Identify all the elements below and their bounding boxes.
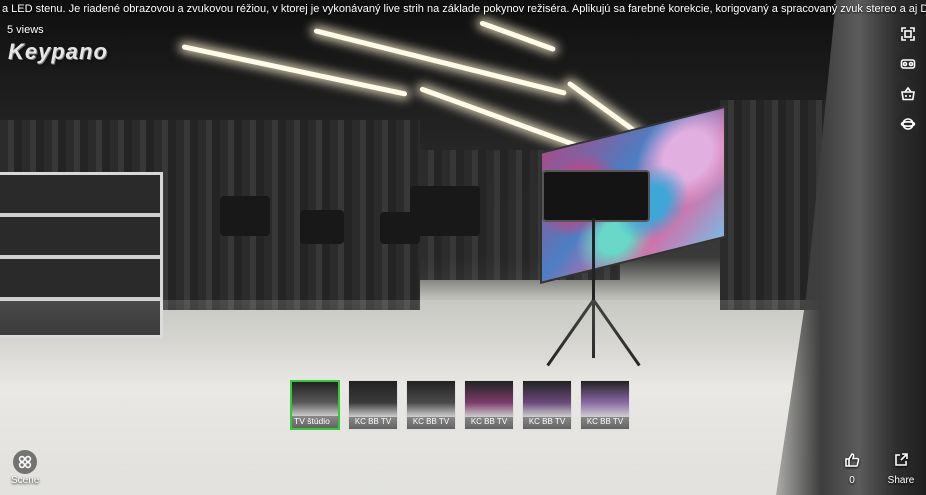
scene-menu-button[interactable]: Scene	[11, 450, 39, 486]
basket-icon	[901, 86, 915, 101]
scene-thumbnail[interactable]: KC BB TV	[580, 380, 630, 430]
share-button[interactable]: Share	[886, 452, 916, 486]
scene-button-label: Scene	[11, 475, 40, 486]
scene-thumbnail-label: KC BB TV	[407, 417, 455, 429]
fullscreen-icon	[901, 27, 915, 41]
scene-thumbnail-strip: TV štúdio KC BB TV KC BB TV KC BB TV KC BB T…	[290, 380, 630, 430]
studio-camera	[220, 196, 270, 236]
studio-camera	[300, 210, 344, 244]
scene-button-circle	[13, 450, 37, 474]
scene-thumbnail-label: KC BB TV	[349, 417, 397, 429]
right-toolbar	[896, 22, 920, 136]
scene-thumbnail[interactable]: KC BB TV	[464, 380, 514, 430]
scene-thumbnail[interactable]: TV štúdio	[290, 380, 340, 430]
scene-thumbnail-label: TV štúdio	[292, 416, 338, 428]
fullscreen-button[interactable]	[896, 22, 920, 46]
studio-camera	[410, 186, 480, 236]
like-count: 0	[849, 475, 855, 486]
scene-thumbnail-label: KC BB TV	[465, 417, 513, 429]
shop-button[interactable]	[896, 82, 920, 106]
gyroscope-icon	[900, 118, 916, 130]
scene-thumbnail-label: KC BB TV	[581, 417, 629, 429]
vr-headset-icon	[900, 59, 916, 69]
share-label: Share	[887, 475, 915, 486]
brand-logo[interactable]: Keypano	[8, 39, 108, 65]
scene-thumbnail[interactable]: KC BB TV	[348, 380, 398, 430]
gyroscope-button[interactable]	[896, 112, 920, 136]
vr-mode-button[interactable]	[896, 52, 920, 76]
view-count: 5 views	[7, 24, 44, 36]
scene-thumbnail-label: KC BB TV	[523, 417, 571, 429]
scenes-grid-icon	[18, 455, 32, 469]
thumbs-up-icon	[845, 453, 860, 467]
like-button[interactable]: 0	[840, 452, 864, 486]
studio-softbox-light	[542, 170, 650, 222]
scene-description: a LED stenu. Je riadené obrazovou a zvuk…	[2, 3, 926, 15]
share-icon	[895, 453, 908, 466]
scene-thumbnail[interactable]: KC BB TV	[522, 380, 572, 430]
scene-thumbnail[interactable]: KC BB TV	[406, 380, 456, 430]
